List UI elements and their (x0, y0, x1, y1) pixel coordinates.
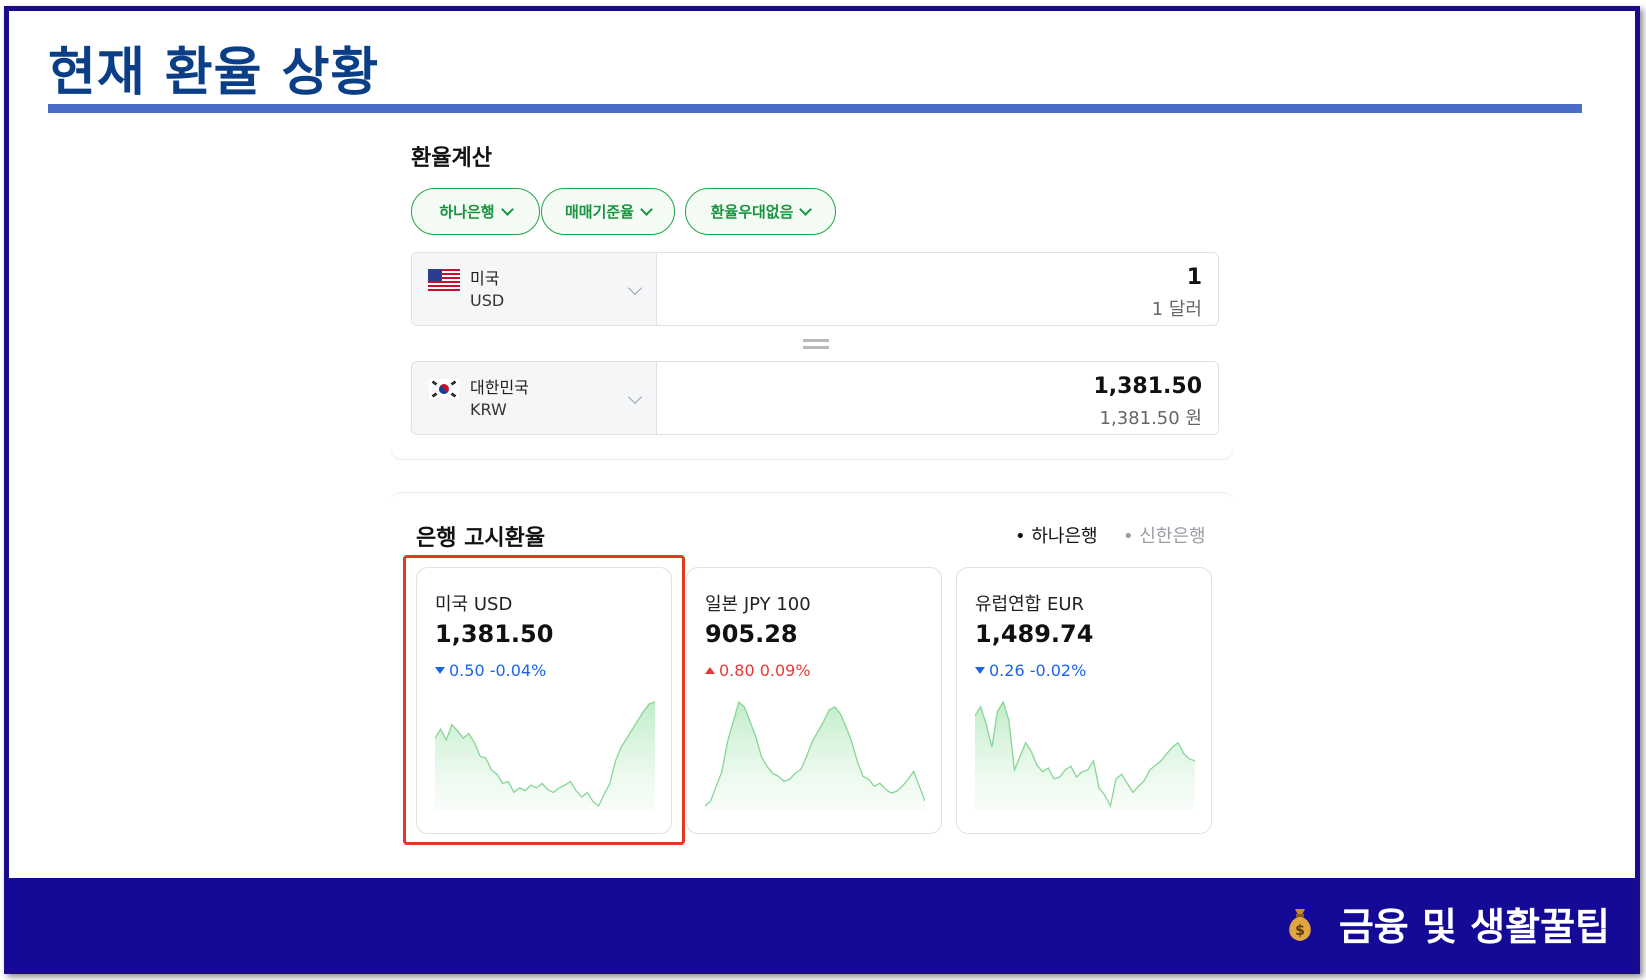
to-country-name: 대한민국 (470, 378, 529, 397)
chip-label: 환율우대없음 (710, 203, 794, 221)
preferential-rate-chip[interactable]: 환율우대없음 (685, 188, 836, 235)
footer-brand: $ 금융 및 생활꿀팁 (1285, 896, 1610, 951)
card-currency-name: 유럽연합 EUR (975, 594, 1085, 615)
footer-bar: $ 금융 및 생활꿀팁 (5, 878, 1636, 969)
rate-card-jpy[interactable]: 일본 JPY 100 905.28 0.80 0.09% (686, 567, 942, 834)
chip-label: 하나은행 (439, 203, 495, 221)
title-underline (48, 104, 1582, 113)
to-currency-code: KRW (470, 400, 507, 419)
from-amount-text: 1 달러 (1151, 299, 1202, 320)
chip-label: 매매기준율 (564, 203, 634, 221)
us-flag-icon (428, 269, 460, 291)
bank-toggle-shinhan[interactable]: • 신한은행 (1123, 522, 1206, 548)
arrow-up-icon (705, 667, 715, 674)
trend-sparkline (975, 700, 1195, 810)
card-change-value: 0.80 0.09% (719, 661, 811, 680)
card-change: 0.26 -0.02% (975, 661, 1086, 680)
bank-select-chip[interactable]: 하나은행 (411, 188, 540, 235)
rate-card-eur[interactable]: 유럽연합 EUR 1,489.74 0.26 -0.02% (956, 567, 1212, 834)
card-rate-value: 1,489.74 (975, 620, 1094, 648)
sparkline-area (705, 702, 925, 810)
chevron-down-icon (500, 202, 514, 216)
highlight-box (403, 555, 685, 845)
arrow-down-icon (975, 667, 985, 674)
chevron-down-icon (799, 202, 813, 216)
calculator-card-bottom (391, 450, 1233, 460)
from-country-name: 미국 (470, 269, 500, 288)
money-bag-icon: $ (1289, 908, 1311, 941)
to-amount-text: 1,381.50 원 (1099, 408, 1202, 429)
chevron-down-icon (627, 389, 643, 405)
card-change: 0.80 0.09% (705, 661, 811, 680)
from-currency-select[interactable]: 미국 USD (412, 253, 657, 325)
page-title: 현재 환율 상황 (48, 43, 380, 103)
to-currency-row: 대한민국 KRW 1,381.50 1,381.50 원 (411, 361, 1219, 435)
rate-type-chip[interactable]: 매매기준율 (541, 188, 675, 235)
footer-text: 금융 및 생활꿀팁 (1338, 905, 1610, 949)
equals-icon (803, 339, 829, 351)
bank-rates-title: 은행 고시환율 (416, 526, 546, 551)
kr-flag-icon (428, 378, 460, 400)
bank-toggle-hana[interactable]: • 하나은행 (1015, 522, 1098, 548)
to-currency-select[interactable]: 대한민국 KRW (412, 362, 657, 434)
svg-text:$: $ (1295, 923, 1305, 939)
rates-card-top (391, 492, 1233, 502)
from-currency-row: 미국 USD 1 1 달러 (411, 252, 1219, 326)
calculator-title: 환율계산 (411, 146, 492, 171)
to-amount-input[interactable]: 1,381.50 (1093, 374, 1202, 399)
card-rate-value: 905.28 (705, 620, 798, 648)
chevron-down-icon (640, 202, 653, 216)
from-amount-input[interactable]: 1 (1187, 265, 1202, 290)
card-change-value: 0.26 -0.02% (989, 661, 1087, 680)
from-currency-code: USD (470, 291, 505, 310)
chevron-down-icon (627, 280, 643, 296)
card-currency-name: 일본 JPY 100 (705, 594, 811, 615)
trend-sparkline (705, 700, 925, 810)
